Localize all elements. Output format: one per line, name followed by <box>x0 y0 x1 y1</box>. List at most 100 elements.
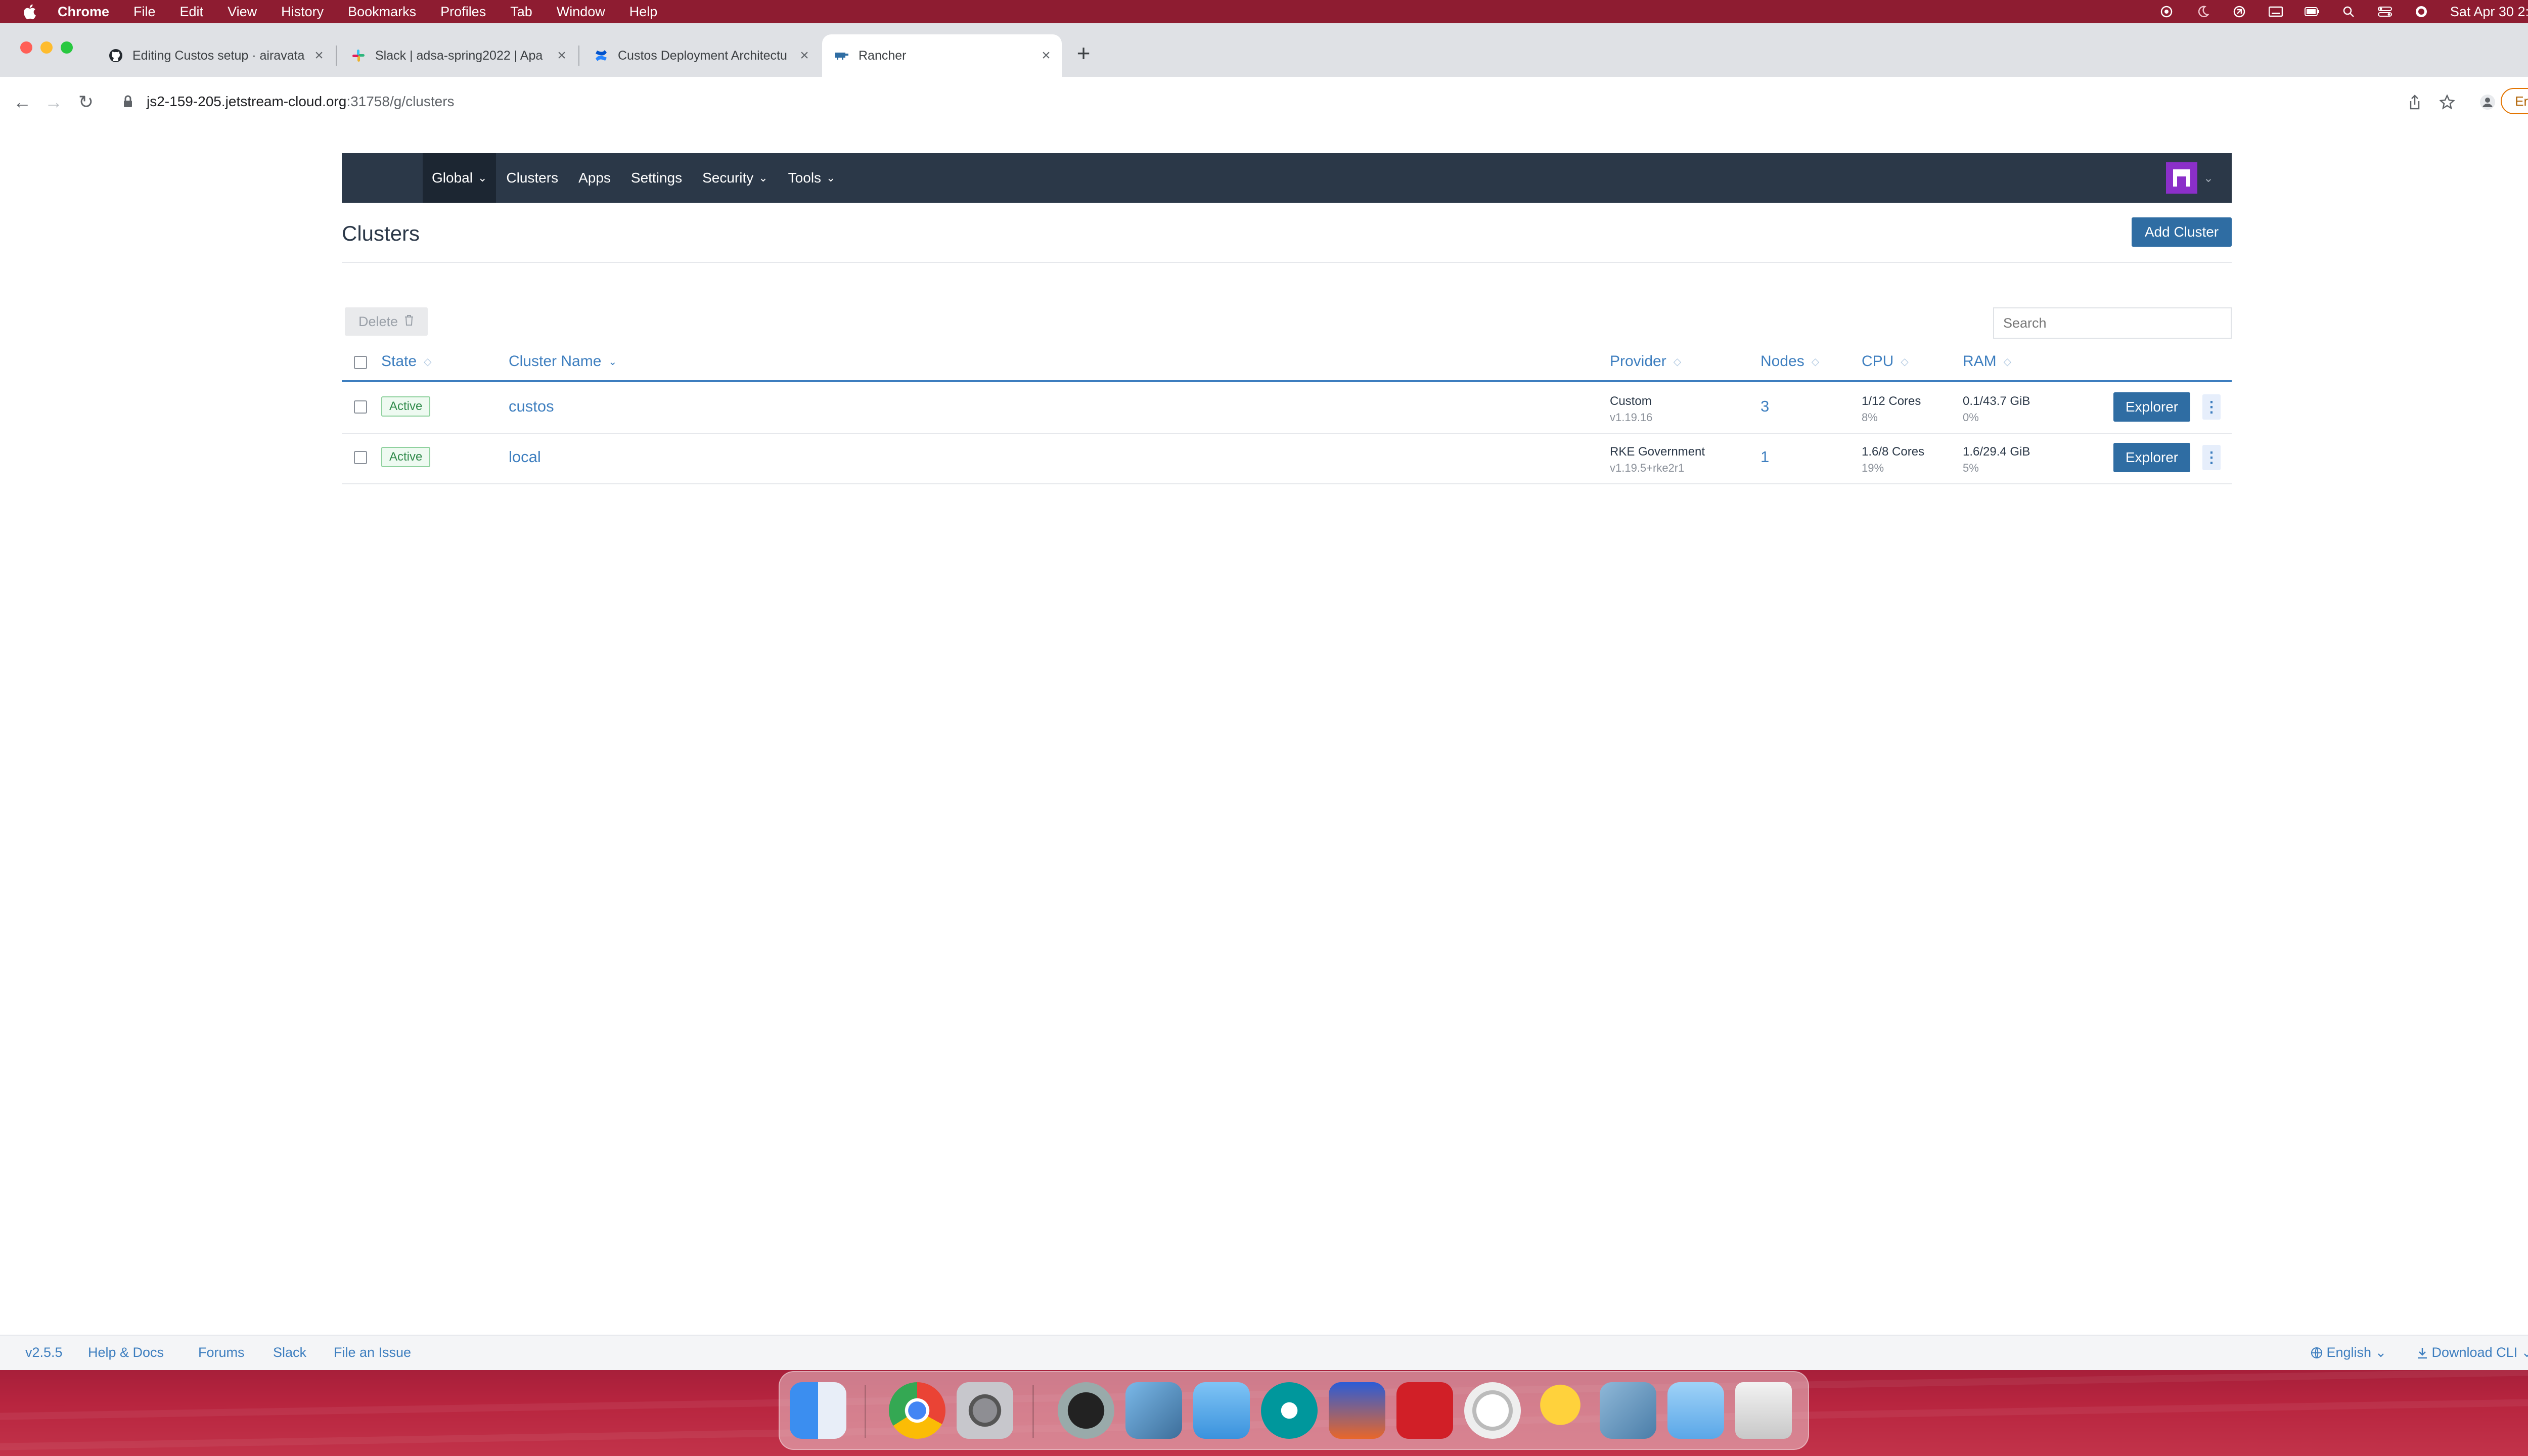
user-menu[interactable]: ⌄ <box>2165 162 2214 194</box>
minimize-window-icon[interactable] <box>40 41 53 54</box>
row-actions-menu-icon[interactable]: ⋮ <box>2202 394 2221 420</box>
control-center-icon[interactable] <box>2377 4 2392 19</box>
column-cluster-name[interactable]: Cluster Name ⌄ <box>509 353 617 370</box>
cluster-name-link[interactable]: custos <box>509 397 554 416</box>
menu-view[interactable]: View <box>228 4 257 20</box>
close-window-icon[interactable] <box>20 41 32 54</box>
help-docs-link[interactable]: Help & Docs <box>88 1345 164 1360</box>
download-cli-link[interactable]: Download CLI ⌄ <box>2417 1345 2528 1360</box>
preview-icon[interactable] <box>1125 1382 1182 1439</box>
delete-label: Delete <box>358 313 398 329</box>
menu-window[interactable]: Window <box>557 4 605 20</box>
forward-button[interactable]: → <box>41 90 66 114</box>
explorer-button[interactable]: Explorer <box>2113 392 2190 422</box>
nodes-link[interactable]: 3 <box>1760 397 1769 416</box>
cluster-name-link[interactable]: local <box>509 448 541 466</box>
siri-icon[interactable] <box>2414 4 2429 19</box>
browser-tab-slack[interactable]: Slack | adsa-spring2022 | Apa × <box>339 34 577 77</box>
provider-version: v1.19.16 <box>1610 411 1653 424</box>
status-icon-1[interactable] <box>2159 4 2174 19</box>
menu-history[interactable]: History <box>281 4 324 20</box>
nav-settings[interactable]: Settings <box>621 153 692 203</box>
version-link[interactable]: v2.5.5 <box>25 1345 63 1360</box>
forums-link[interactable]: Forums <box>198 1345 245 1360</box>
preview-2-icon[interactable] <box>1600 1382 1656 1439</box>
menu-file[interactable]: File <box>133 4 156 20</box>
alfred-icon[interactable] <box>1058 1382 1114 1439</box>
arduino-icon[interactable] <box>1261 1382 1318 1439</box>
close-tab-icon[interactable]: × <box>1039 47 1054 64</box>
nav-tools[interactable]: Tools ⌄ <box>778 153 846 203</box>
back-button[interactable]: ← <box>10 90 34 114</box>
cyberduck-icon[interactable] <box>1532 1382 1589 1439</box>
downloads-icon[interactable] <box>1667 1382 1724 1439</box>
profile-error-button[interactable]: Error⋮ <box>2501 88 2528 114</box>
file-issue-link[interactable]: File an Issue <box>334 1345 411 1360</box>
profile-icon[interactable] <box>2477 92 2498 112</box>
address-bar[interactable]: js2-159-205.jetstream-cloud.org:31758/g/… <box>111 85 2397 118</box>
apple-menu-icon[interactable] <box>19 2 39 22</box>
nav-label: Apps <box>578 170 611 186</box>
row-actions-menu-icon[interactable]: ⋮ <box>2202 445 2221 470</box>
app-icon[interactable] <box>1329 1382 1385 1439</box>
folder-icon[interactable] <box>1193 1382 1250 1439</box>
trash-icon[interactable] <box>1735 1382 1792 1439</box>
menu-app-name[interactable]: Chrome <box>58 4 109 20</box>
nav-clusters[interactable]: Clusters <box>496 153 568 203</box>
provider-version: v1.19.5+rke2r1 <box>1610 462 1685 474</box>
ram-percent: 0% <box>1963 411 1979 424</box>
tab-divider <box>336 46 337 66</box>
sort-down-icon: ⌄ <box>608 356 617 368</box>
column-provider[interactable]: Provider ◇ <box>1610 353 1681 370</box>
delete-button[interactable]: Delete <box>345 307 428 336</box>
explorer-button[interactable]: Explorer <box>2113 443 2190 472</box>
close-tab-icon[interactable]: × <box>311 47 327 64</box>
close-tab-icon[interactable]: × <box>554 47 569 64</box>
menu-profiles[interactable]: Profiles <box>440 4 486 20</box>
nav-global[interactable]: Global ⌄ <box>423 153 496 203</box>
acrobat-icon[interactable] <box>1396 1382 1453 1439</box>
maximize-window-icon[interactable] <box>61 41 73 54</box>
column-cpu[interactable]: CPU ◇ <box>1862 353 1909 370</box>
slack-link[interactable]: Slack <box>273 1345 306 1360</box>
nodes-link[interactable]: 1 <box>1760 448 1769 466</box>
row-checkbox[interactable] <box>354 451 367 464</box>
menu-tab[interactable]: Tab <box>510 4 532 20</box>
share-icon[interactable] <box>2405 92 2425 112</box>
menu-clock[interactable]: Sat Apr 30 2:35 PM <box>2450 4 2528 20</box>
system-preferences-icon[interactable] <box>957 1382 1013 1439</box>
bookmark-star-icon[interactable] <box>2437 92 2457 112</box>
language-selector[interactable]: English ⌄ <box>2311 1345 2386 1360</box>
browser-tab-github[interactable]: Editing Custos setup · airavata × <box>96 34 335 77</box>
chrome-icon[interactable] <box>889 1382 945 1439</box>
nav-security[interactable]: Security ⌄ <box>692 153 778 203</box>
time-out-icon[interactable] <box>1464 1382 1521 1439</box>
reload-button[interactable]: ↻ <box>74 90 98 114</box>
provider-cell: RKE Government v1.19.5+rke2r1 <box>1610 444 1705 476</box>
battery-icon[interactable] <box>2304 4 2320 19</box>
menu-help[interactable]: Help <box>629 4 658 20</box>
row-checkbox[interactable] <box>354 400 367 414</box>
menu-edit[interactable]: Edit <box>180 4 204 20</box>
ram-cell: 0.1/43.7 GiB 0% <box>1963 393 2030 426</box>
close-tab-icon[interactable]: × <box>797 47 812 64</box>
add-cluster-button[interactable]: Add Cluster <box>2132 217 2232 247</box>
select-all-checkbox[interactable] <box>354 356 367 369</box>
lock-icon[interactable] <box>120 94 136 109</box>
search-input[interactable] <box>1993 307 2232 339</box>
vpn-icon[interactable] <box>2232 4 2247 19</box>
column-state[interactable]: State ◇ <box>381 353 431 370</box>
menu-bookmarks[interactable]: Bookmarks <box>348 4 416 20</box>
keyboard-icon[interactable] <box>2268 4 2283 19</box>
column-ram[interactable]: RAM ◇ <box>1963 353 2011 370</box>
globe-icon <box>2311 1345 2323 1360</box>
nav-apps[interactable]: Apps <box>568 153 621 203</box>
moon-icon[interactable] <box>2195 4 2210 19</box>
new-tab-button[interactable]: + <box>1071 40 1096 66</box>
avatar <box>2165 162 2197 194</box>
column-nodes[interactable]: Nodes ◇ <box>1760 353 1819 370</box>
finder-icon[interactable] <box>790 1382 846 1439</box>
browser-tab-confluence[interactable]: Custos Deployment Architectu × <box>581 34 820 77</box>
spotlight-icon[interactable] <box>2341 4 2356 19</box>
browser-tab-rancher[interactable]: Rancher × <box>822 34 1062 77</box>
